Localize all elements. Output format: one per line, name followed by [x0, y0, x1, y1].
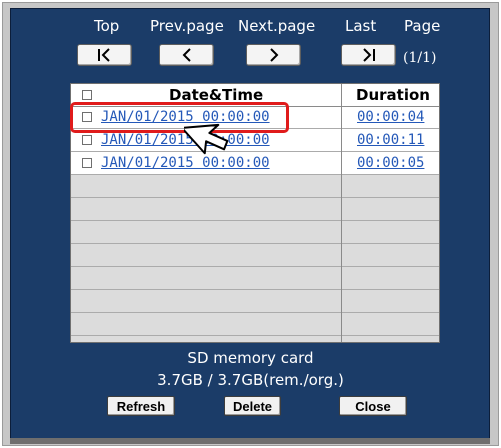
next-page-button[interactable]: [246, 44, 301, 66]
empty-table-row: [71, 313, 439, 336]
empty-table-row: [71, 244, 439, 267]
storage-capacity: 3.7GB / 3.7GB(rem./org.): [157, 371, 344, 389]
select-all-checkbox[interactable]: [82, 90, 92, 100]
row-checkbox[interactable]: [82, 135, 92, 145]
window-bottom-bar: [10, 438, 490, 444]
duration-header: Duration: [356, 86, 430, 104]
top-label: Top: [94, 17, 120, 35]
prev-page-button[interactable]: [159, 44, 214, 66]
last-label: Last: [345, 17, 377, 35]
first-page-button[interactable]: [77, 44, 132, 66]
recording-duration-link[interactable]: 00:00:04: [357, 109, 424, 125]
empty-table-row: [71, 175, 439, 198]
empty-table-row: [71, 290, 439, 313]
prev-arrow-icon: [182, 48, 191, 62]
last-page-button[interactable]: [341, 44, 396, 66]
selection-highlight: [70, 102, 289, 133]
page-count: (1/1): [403, 50, 437, 66]
prev-page-label: Prev.page: [150, 17, 224, 35]
row-checkbox[interactable]: [82, 158, 92, 168]
last-page-icon: [362, 48, 375, 62]
next-page-label: Next.page: [238, 17, 316, 35]
mouse-pointer-icon: [184, 123, 229, 155]
empty-table-row: [71, 198, 439, 221]
storage-title: SD memory card: [187, 349, 314, 367]
empty-table-row: [71, 221, 439, 244]
delete-button[interactable]: Delete: [224, 396, 281, 416]
refresh-button[interactable]: Refresh: [107, 396, 175, 416]
column-divider: [341, 84, 342, 342]
empty-table-row: [71, 267, 439, 290]
table-row: JAN/01/2015 00:00:00 00:00:05: [71, 152, 439, 175]
close-button[interactable]: Close: [339, 396, 407, 416]
page-label: Page: [404, 17, 441, 35]
empty-table-row: [71, 336, 439, 342]
recording-duration-link[interactable]: 00:00:11: [357, 132, 424, 148]
next-arrow-icon: [269, 48, 278, 62]
recording-duration-link[interactable]: 00:00:05: [357, 155, 424, 171]
first-page-icon: [97, 48, 110, 62]
